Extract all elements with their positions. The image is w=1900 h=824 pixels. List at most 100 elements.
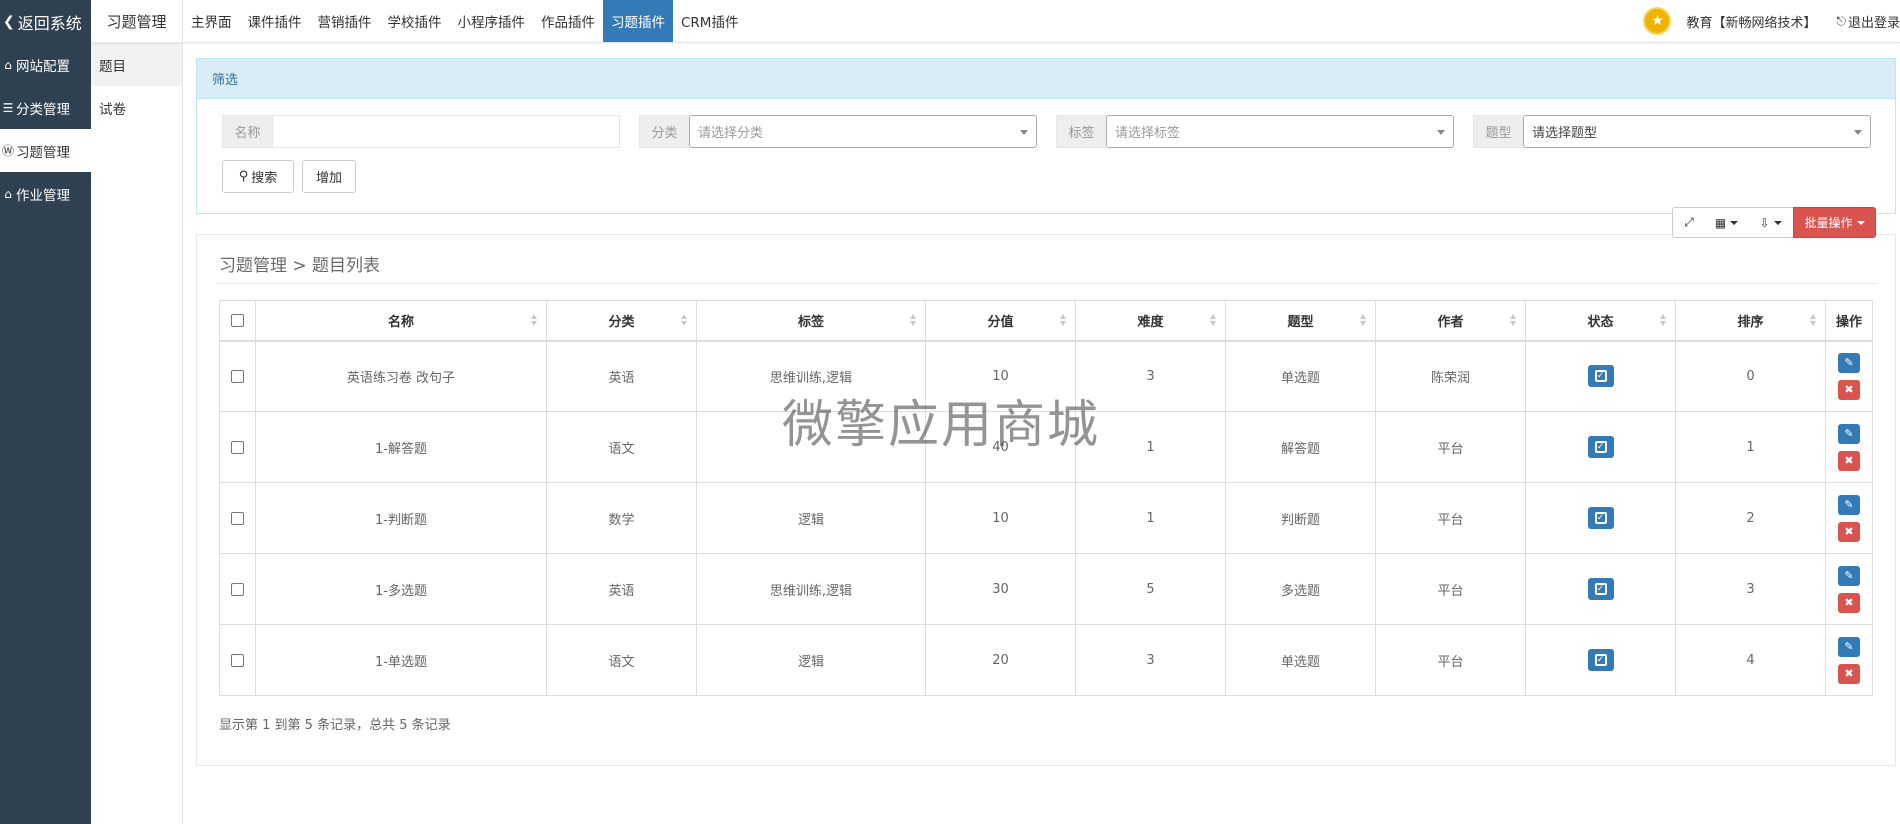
column-header-score[interactable]: 分值: [925, 300, 1076, 342]
sidebar-item-label: 习题管理: [16, 144, 70, 161]
status-toggle-button[interactable]: ✓: [1587, 365, 1614, 388]
wordpress-icon: Ⓦ: [1, 144, 14, 158]
chevron-down-icon: [1856, 220, 1865, 225]
column-header-status[interactable]: 状态: [1525, 300, 1676, 342]
sort-icon: [1510, 314, 1517, 326]
check-square-icon: ✓: [1594, 441, 1607, 453]
pagination-info: 显示第 1 到第 5 条记录，总共 5 条记录: [219, 718, 451, 733]
cell-difficulty: 3: [1075, 624, 1226, 696]
sidebar-item-label: 网站配置: [16, 58, 70, 75]
row-checkbox[interactable]: [231, 582, 244, 596]
column-header-label: 状态: [1587, 314, 1614, 330]
category-select-placeholder: 请选择分类: [698, 126, 764, 141]
avatar[interactable]: ★: [1643, 7, 1672, 35]
tab-works-plugin[interactable]: 作品插件: [533, 0, 603, 42]
subnav-item-papers[interactable]: 试卷: [91, 86, 182, 129]
sidebar: ❮ 返回系统 ⌂ 网站配置 ☰ 分类管理 Ⓦ 习题管理 ⌂ 作业管理: [0, 0, 91, 824]
sidebar-item-site-config[interactable]: ⌂ 网站配置: [0, 43, 91, 86]
close-icon: ✖: [1844, 667, 1854, 680]
check-square-icon: ✓: [1594, 654, 1607, 666]
tab-miniprogram-plugin[interactable]: 小程序插件: [450, 0, 534, 42]
sub-navigation: 题目 试卷: [91, 43, 183, 824]
cell-tags: 逻辑: [696, 624, 926, 696]
search-button[interactable]: ⚲ 搜索: [222, 160, 294, 193]
tag-filter: 标签 请选择标签: [1056, 115, 1454, 148]
cell-actions: ✎ ✖: [1825, 340, 1873, 412]
sort-icon: [531, 314, 538, 326]
delete-button[interactable]: ✖: [1838, 379, 1860, 400]
edit-button[interactable]: ✎: [1838, 423, 1860, 444]
cell-difficulty: 1: [1075, 411, 1226, 483]
column-header-name[interactable]: 名称: [255, 300, 547, 342]
delete-button[interactable]: ✖: [1838, 592, 1860, 613]
column-header-tags[interactable]: 标签: [696, 300, 926, 342]
status-toggle-button[interactable]: ✓: [1587, 578, 1614, 600]
columns-toggle-button[interactable]: ▦: [1705, 207, 1749, 238]
select-all-checkbox[interactable]: [231, 313, 244, 327]
cell-order: 1: [1675, 411, 1826, 483]
column-header-actions: 操作: [1825, 300, 1873, 342]
close-icon: ✖: [1844, 596, 1854, 609]
column-header-label: 分类: [608, 314, 635, 330]
row-checkbox[interactable]: [231, 653, 244, 667]
top-navigation: 主界面 课件插件 营销插件 学校插件 小程序插件 作品插件 习题插件 CRM插件: [183, 0, 746, 42]
grid-icon: ▦: [1714, 215, 1727, 230]
add-button-label: 增加: [315, 171, 342, 186]
sidebar-item-exercise[interactable]: Ⓦ 习题管理: [0, 129, 91, 172]
tab-main[interactable]: 主界面: [183, 0, 240, 42]
cell-category: 语文: [546, 411, 697, 483]
table-row: 英语练习卷 改句子 英语 思维训练,逻辑 10 3 单选题 陈荣润 ✓ 0 ✎ …: [219, 340, 1873, 412]
category-select[interactable]: 请选择分类: [689, 115, 1037, 148]
column-header-label: 标签: [797, 314, 824, 330]
export-button[interactable]: ⇩: [1748, 207, 1794, 238]
sidebar-item-label: 作业管理: [16, 187, 70, 204]
column-header-author[interactable]: 作者: [1375, 300, 1526, 342]
search-button-label: 搜索: [251, 171, 278, 186]
edit-button[interactable]: ✎: [1838, 565, 1860, 586]
delete-button[interactable]: ✖: [1838, 521, 1860, 542]
row-checkbox[interactable]: [231, 511, 244, 525]
edit-button[interactable]: ✎: [1838, 494, 1860, 515]
column-header-difficulty[interactable]: 难度: [1075, 300, 1226, 342]
tab-marketing-plugin[interactable]: 营销插件: [310, 0, 380, 42]
row-checkbox[interactable]: [231, 369, 244, 383]
sign-out-icon: ⎋: [1836, 13, 1846, 28]
cell-score: 10: [925, 340, 1076, 412]
edit-button[interactable]: ✎: [1838, 352, 1860, 373]
tab-school-plugin[interactable]: 学校插件: [380, 0, 450, 42]
tab-crm-plugin[interactable]: CRM插件: [673, 0, 746, 42]
name-input[interactable]: [272, 115, 620, 148]
batch-operations-button[interactable]: 批量操作: [1793, 207, 1876, 238]
sort-icon: [1810, 314, 1817, 326]
fullscreen-button[interactable]: ⤢: [1672, 207, 1706, 238]
edit-icon: ✎: [1844, 356, 1854, 370]
cell-score: 40: [925, 411, 1076, 483]
tab-courseware-plugin[interactable]: 课件插件: [240, 0, 310, 42]
logout-button[interactable]: ⎋ 退出登录: [1836, 12, 1900, 31]
sidebar-item-category[interactable]: ☰ 分类管理: [0, 86, 91, 129]
row-checkbox[interactable]: [231, 440, 244, 454]
column-header-category[interactable]: 分类: [546, 300, 697, 342]
tag-select-placeholder: 请选择标签: [1115, 126, 1181, 141]
type-select[interactable]: 请选择题型: [1523, 115, 1871, 148]
cell-type: 多选题: [1225, 553, 1376, 625]
tab-exercise-plugin[interactable]: 习题插件: [603, 0, 673, 42]
cell-author: 平台: [1375, 553, 1526, 625]
back-to-system-button[interactable]: ❮ 返回系统: [0, 0, 91, 43]
tag-select[interactable]: 请选择标签: [1106, 115, 1454, 148]
add-button[interactable]: 增加: [302, 160, 356, 193]
delete-button[interactable]: ✖: [1838, 663, 1860, 684]
column-header-order[interactable]: 排序: [1675, 300, 1826, 342]
cell-tags: [696, 411, 926, 483]
sidebar-item-homework[interactable]: ⌂ 作业管理: [0, 172, 91, 215]
column-header-type[interactable]: 题型: [1225, 300, 1376, 342]
status-toggle-button[interactable]: ✓: [1587, 507, 1614, 529]
delete-button[interactable]: ✖: [1838, 450, 1860, 471]
cell-actions: ✎ ✖: [1825, 411, 1873, 483]
edit-button[interactable]: ✎: [1838, 636, 1860, 657]
cell-name: 英语练习卷 改句子: [255, 340, 547, 412]
status-toggle-button[interactable]: ✓: [1587, 436, 1614, 458]
category-filter: 分类 请选择分类: [639, 115, 1037, 148]
subnav-item-questions[interactable]: 题目: [91, 43, 182, 86]
status-toggle-button[interactable]: ✓: [1587, 649, 1614, 671]
